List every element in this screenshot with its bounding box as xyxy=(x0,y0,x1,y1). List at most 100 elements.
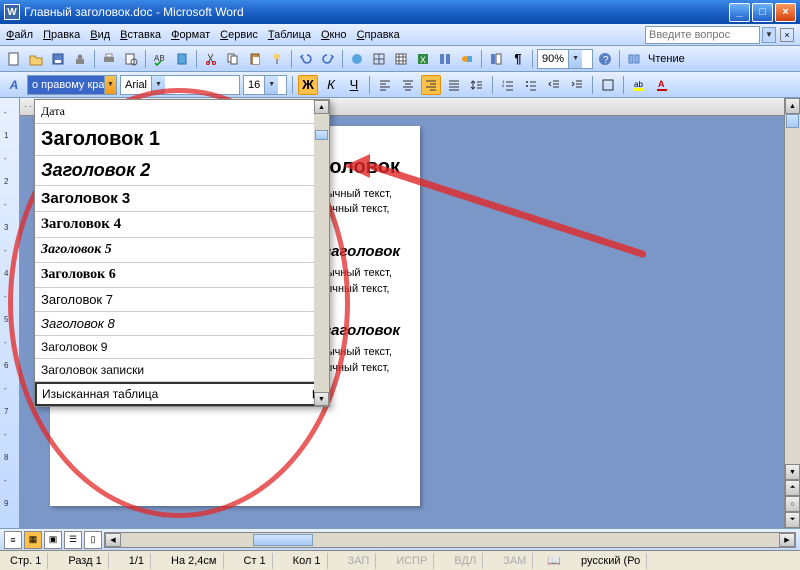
borders-button[interactable] xyxy=(598,75,618,95)
redo-button[interactable] xyxy=(318,49,338,69)
size-combo[interactable]: 16▼ xyxy=(243,75,287,95)
style-combo-label: о правому краю xyxy=(28,79,104,91)
dropdown-scroll-up[interactable]: ▲ xyxy=(314,100,329,114)
bullet-list-button[interactable] xyxy=(521,75,541,95)
hyperlink-button[interactable] xyxy=(347,49,367,69)
scroll-up-button[interactable]: ▲ xyxy=(785,98,800,114)
help-search-input[interactable] xyxy=(645,26,760,44)
status-line: Ст 1 xyxy=(238,553,273,569)
numbered-list-button[interactable]: 12 xyxy=(498,75,518,95)
menu-view[interactable]: Вид xyxy=(90,29,110,41)
style-option[interactable]: Заголовок 9¶ xyxy=(35,336,329,359)
maximize-button[interactable]: □ xyxy=(752,3,773,22)
minimize-button[interactable]: _ xyxy=(729,3,750,22)
style-option[interactable]: Заголовок записки¶ xyxy=(35,359,329,382)
dropdown-scroll-thumb[interactable] xyxy=(315,130,328,140)
permissions-button[interactable] xyxy=(70,49,90,69)
reading-view-button[interactable]: ▯ xyxy=(84,531,102,549)
align-justify-button[interactable] xyxy=(444,75,464,95)
new-doc-button[interactable] xyxy=(4,49,24,69)
decrease-indent-button[interactable] xyxy=(544,75,564,95)
status-position: На 2,4см xyxy=(165,553,223,569)
paste-button[interactable] xyxy=(245,49,265,69)
undo-button[interactable] xyxy=(296,49,316,69)
underline-button[interactable]: Ч xyxy=(344,75,364,95)
tables-borders-button[interactable] xyxy=(369,49,389,69)
line-spacing-button[interactable] xyxy=(467,75,487,95)
print-button[interactable] xyxy=(99,49,119,69)
columns-button[interactable] xyxy=(435,49,455,69)
bold-button[interactable]: Ж xyxy=(298,75,318,95)
style-option[interactable]: Заголовок 8¶ xyxy=(35,312,329,336)
style-option[interactable]: Заголовок 7¶ xyxy=(35,288,329,312)
zoom-combo[interactable]: 90%▼ xyxy=(537,49,593,69)
style-option[interactable]: Изысканная таблица⊞ xyxy=(35,382,329,406)
web-view-button[interactable]: ▦ xyxy=(24,531,42,549)
save-button[interactable] xyxy=(48,49,68,69)
scroll-down-button[interactable]: ▼ xyxy=(785,464,800,480)
formatting-toolbar: A о правому краю▼ Arial▼ 16▼ Ж К Ч 12 ab… xyxy=(0,72,800,98)
browse-next-button[interactable]: ⏷ xyxy=(785,512,800,528)
styles-pane-button[interactable]: A xyxy=(4,75,24,95)
cut-button[interactable] xyxy=(201,49,221,69)
align-left-button[interactable] xyxy=(375,75,395,95)
show-marks-button[interactable]: ¶ xyxy=(508,49,528,69)
menu-help[interactable]: Справка xyxy=(357,29,400,41)
research-button[interactable] xyxy=(172,49,192,69)
print-preview-button[interactable] xyxy=(121,49,141,69)
insert-table-button[interactable] xyxy=(391,49,411,69)
reading-icon[interactable] xyxy=(624,49,644,69)
menu-window[interactable]: Окно xyxy=(321,29,347,41)
style-option[interactable]: Заголовок 4¶ xyxy=(35,212,329,238)
help-dropdown-arrow[interactable]: ▼ xyxy=(762,27,776,43)
style-option[interactable]: Заголовок 3¶ xyxy=(35,186,329,212)
help-close-button[interactable]: × xyxy=(780,28,794,42)
increase-indent-button[interactable] xyxy=(567,75,587,95)
browse-prev-button[interactable]: ⏶ xyxy=(785,480,800,496)
scroll-thumb[interactable] xyxy=(786,114,799,128)
status-bar: Стр. 1 Разд 1 1/1 На 2,4см Ст 1 Кол 1 ЗА… xyxy=(0,550,800,570)
reading-label[interactable]: Чтение xyxy=(646,53,687,65)
align-center-button[interactable] xyxy=(398,75,418,95)
menu-edit[interactable]: Правка xyxy=(43,29,80,41)
outline-view-button[interactable]: ☰ xyxy=(64,531,82,549)
font-combo[interactable]: Arial▼ xyxy=(120,75,240,95)
highlight-button[interactable]: ab xyxy=(629,75,649,95)
svg-text:2: 2 xyxy=(502,83,505,88)
status-section: Разд 1 xyxy=(62,553,108,569)
doc-map-button[interactable] xyxy=(486,49,506,69)
close-button[interactable]: × xyxy=(775,3,796,22)
drawing-button[interactable] xyxy=(457,49,477,69)
style-dropdown[interactable]: Дата¶Заголовок 1¶Заголовок 2¶Заголовок 3… xyxy=(34,99,330,407)
browse-object-button[interactable]: ○ xyxy=(785,496,800,512)
menu-file[interactable]: Файл xyxy=(6,29,33,41)
view-buttons-bar: ≡ ▦ ▣ ☰ ▯ ◀ ▶ xyxy=(0,528,800,550)
align-right-button[interactable] xyxy=(421,75,441,95)
normal-view-button[interactable]: ≡ xyxy=(4,531,22,549)
style-option[interactable]: Заголовок 1¶ xyxy=(35,124,329,156)
format-painter-button[interactable] xyxy=(267,49,287,69)
status-pagecount: 1/1 xyxy=(123,553,151,569)
menu-insert[interactable]: Вставка xyxy=(120,29,161,41)
style-option[interactable]: Заголовок 2¶ xyxy=(35,156,329,186)
vertical-scrollbar[interactable]: ▲ ▼ ⏶ ○ ⏷ xyxy=(784,98,800,528)
menu-table[interactable]: Таблица xyxy=(268,29,311,41)
print-layout-button[interactable]: ▣ xyxy=(44,531,62,549)
spellcheck-button[interactable]: AB xyxy=(150,49,170,69)
horizontal-scrollbar[interactable]: ◀ ▶ xyxy=(104,532,796,548)
dropdown-scroll-down[interactable]: ▼ xyxy=(314,392,329,406)
style-option[interactable]: Заголовок 5¶ xyxy=(35,238,329,263)
style-combo[interactable]: о правому краю▼ xyxy=(27,75,117,95)
open-button[interactable] xyxy=(26,49,46,69)
menu-tools[interactable]: Сервис xyxy=(220,29,258,41)
excel-button[interactable]: X xyxy=(413,49,433,69)
font-color-button[interactable]: A xyxy=(652,75,672,95)
help-button[interactable]: ? xyxy=(595,49,615,69)
app-icon: W xyxy=(4,4,20,20)
status-trk: ИСПР xyxy=(390,553,434,569)
italic-button[interactable]: К xyxy=(321,75,341,95)
menu-format[interactable]: Формат xyxy=(171,29,210,41)
style-option[interactable]: Заголовок 6¶ xyxy=(35,263,329,288)
style-option[interactable]: Дата¶ xyxy=(35,100,329,124)
copy-button[interactable] xyxy=(223,49,243,69)
